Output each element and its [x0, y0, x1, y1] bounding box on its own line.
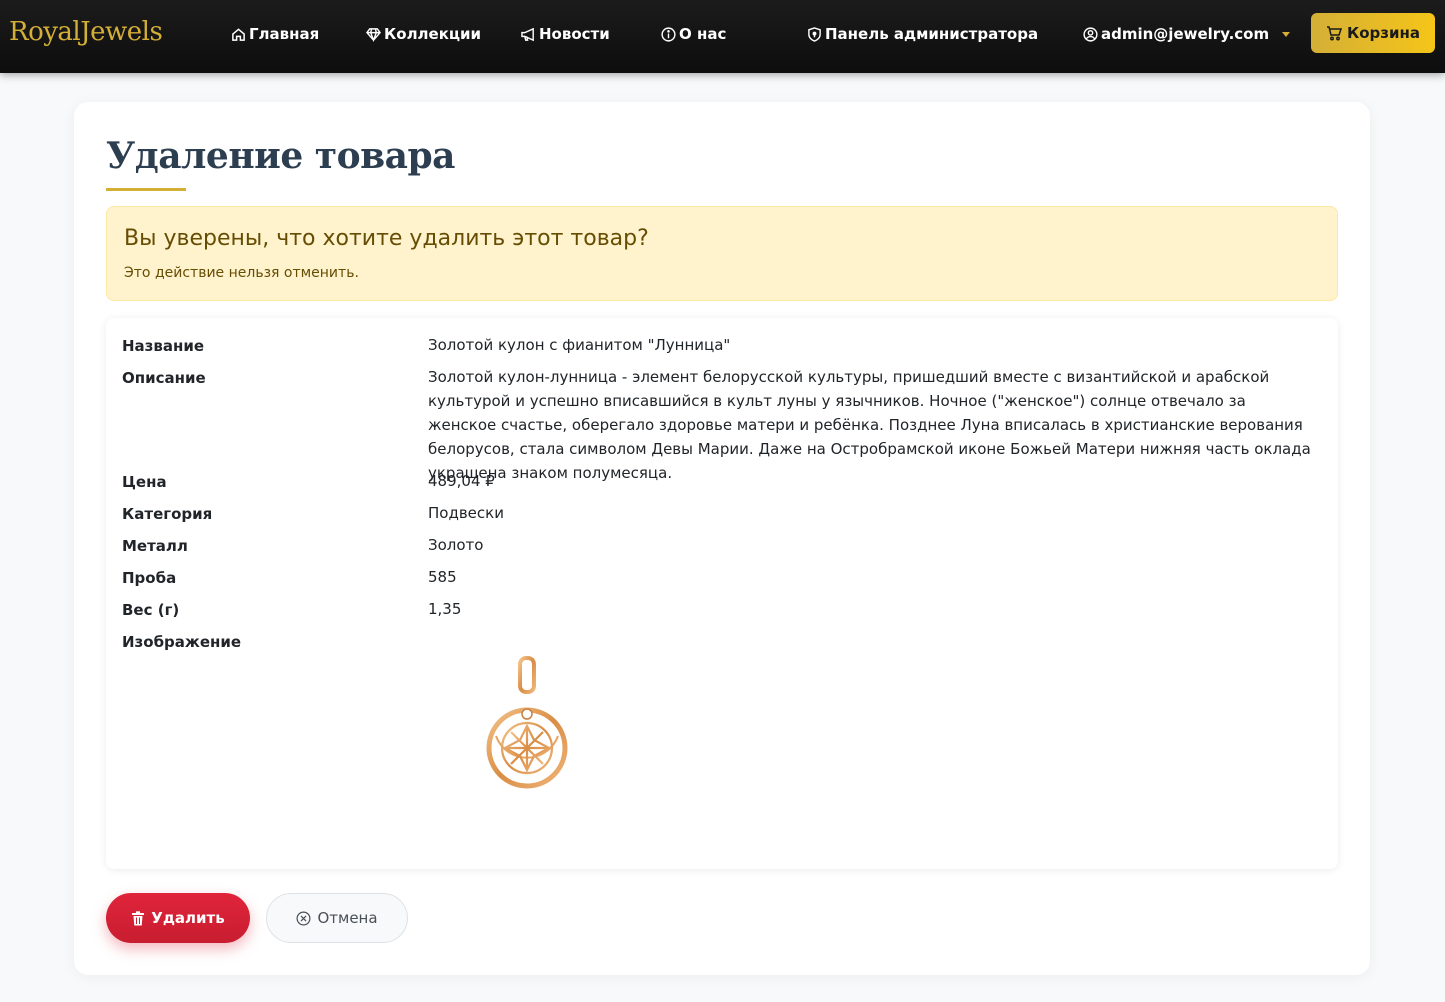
name-label: Название: [122, 337, 205, 355]
price-value: 489,04 ₽: [428, 472, 495, 490]
user-dropdown[interactable]: admin@jewelry.com: [1083, 23, 1291, 45]
nav-collections[interactable]: Коллекции: [366, 23, 481, 45]
cart-icon: [1326, 26, 1342, 41]
alert-heading: Вы уверены, что хотите удалить этот това…: [124, 226, 649, 251]
warning-alert: Вы уверены, что хотите удалить этот това…: [106, 206, 1338, 301]
page-title: Удаление товара: [106, 135, 455, 177]
info-circle-icon: [661, 26, 676, 42]
nav-news-label: Новости: [539, 25, 610, 43]
x-circle-icon: [296, 911, 311, 925]
description-value: Золотой кулон-лунница - элемент белорусс…: [428, 368, 1311, 482]
navbar: RoyalJewels Главная Коллекции Новости О …: [0, 0, 1445, 73]
image-label: Изображение: [122, 633, 242, 651]
alert-text: Это действие нельзя отменить.: [124, 265, 359, 281]
product-details: Название Золотой кулон с фианитом "Лунни…: [106, 318, 1338, 869]
nav-admin-panel-label: Панель администратора: [825, 25, 1039, 43]
gem-icon: [366, 27, 381, 42]
purity-value: 585: [428, 568, 457, 586]
delete-button[interactable]: Удалить: [106, 893, 250, 943]
purity-label: Проба: [122, 569, 177, 587]
weight-value: 1,35: [428, 600, 462, 618]
nav-news[interactable]: Новости: [521, 23, 610, 45]
megaphone-icon: [521, 27, 534, 41]
nav-admin-panel[interactable]: Панель администратора: [807, 23, 1038, 45]
cart-button[interactable]: Корзина: [1311, 13, 1435, 53]
user-circle-icon: [1083, 26, 1098, 42]
nav-home-label: Главная: [249, 25, 320, 43]
cancel-label: Отмена: [317, 909, 378, 927]
delete-label: Удалить: [151, 909, 225, 927]
nav-collections-label: Коллекции: [384, 25, 482, 43]
category-value: Подвески: [428, 504, 504, 522]
pendant-image: [486, 656, 568, 789]
name-value: Золотой кулон с фианитом "Лунница": [428, 336, 731, 354]
trash-icon: [132, 910, 145, 925]
cart-label: Корзина: [1346, 24, 1420, 42]
user-email: admin@jewelry.com: [1101, 25, 1270, 43]
metal-label: Металл: [122, 537, 188, 555]
shield-lock-icon: [808, 26, 821, 42]
description-label: Описание: [122, 369, 206, 387]
weight-label: Вес (г): [122, 601, 180, 619]
category-label: Категория: [122, 505, 213, 523]
nav-about-label: О нас: [679, 25, 727, 43]
brand-logo[interactable]: RoyalJewels: [9, 17, 163, 47]
metal-value: Золото: [428, 536, 484, 554]
cancel-button[interactable]: Отмена: [266, 893, 408, 943]
house-icon: [232, 27, 245, 41]
price-label: Цена: [122, 473, 167, 491]
chevron-down-icon: [1282, 31, 1291, 37]
title-underline: [106, 188, 186, 191]
nav-home[interactable]: Главная: [231, 23, 319, 45]
nav-about[interactable]: О нас: [661, 23, 726, 45]
